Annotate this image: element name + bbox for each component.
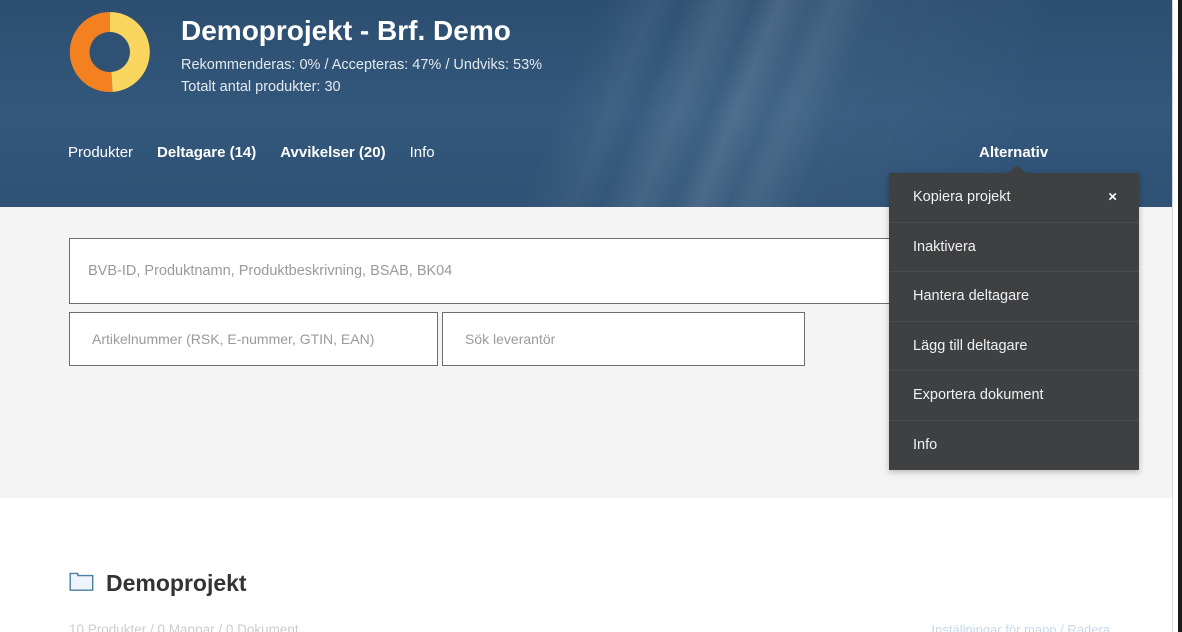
menu-item-lagg-till-deltagare[interactable]: Lägg till deltagare	[889, 322, 1139, 371]
menu-item-label: Info	[913, 437, 938, 454]
menu-item-label: Inaktivera	[913, 238, 976, 255]
supplier-search-field[interactable]	[442, 312, 805, 366]
tab-info[interactable]: Info	[410, 144, 435, 161]
menu-item-info[interactable]: Info	[889, 421, 1139, 471]
folder-actions-links[interactable]: Inställningar för mapp / Radera	[932, 622, 1110, 632]
project-title-block: Demoprojekt - Brf. Demo Rekommenderas: 0…	[181, 14, 542, 98]
project-nav: Produkter Deltagare (14) Avvikelser (20)…	[68, 144, 459, 161]
menu-item-label: Lägg till deltagare	[913, 337, 1028, 354]
menu-item-hantera-deltagare[interactable]: Hantera deltagare	[889, 272, 1139, 322]
menu-item-kopiera-projekt[interactable]: Kopiera projekt ×	[889, 173, 1139, 223]
close-icon[interactable]: ×	[1108, 190, 1117, 205]
article-number-field[interactable]	[69, 312, 438, 366]
product-distribution-donut-chart	[68, 10, 152, 94]
supplier-search-input[interactable]	[443, 313, 804, 365]
tab-produkter[interactable]: Produkter	[68, 144, 133, 161]
page-root: Demoprojekt - Brf. Demo Rekommenderas: 0…	[0, 0, 1182, 632]
tab-deltagare[interactable]: Deltagare (14)	[157, 144, 256, 161]
menu-item-exportera-dokument[interactable]: Exportera dokument	[889, 371, 1139, 421]
folder-icon	[69, 570, 94, 597]
folder-header[interactable]: Demoprojekt	[69, 570, 247, 597]
article-number-input[interactable]	[70, 313, 437, 365]
folder-title: Demoprojekt	[106, 570, 247, 596]
secondary-search-row	[69, 312, 805, 366]
window-right-border	[1178, 0, 1182, 632]
tab-avvikelser[interactable]: Avvikelser (20)	[280, 144, 385, 161]
folder-section: Demoprojekt 10 Produkter / 0 Mappar / 0 …	[0, 498, 1172, 632]
project-stats-line: Rekommenderas: 0% / Accepteras: 47% / Un…	[181, 57, 543, 73]
options-dropdown-menu: Kopiera projekt × Inaktivera Hantera del…	[889, 165, 1139, 471]
donut-hole	[90, 32, 130, 72]
menu-item-label: Hantera deltagare	[913, 288, 1030, 305]
menu-item-label: Kopiera projekt	[913, 189, 1011, 206]
menu-item-label: Exportera dokument	[913, 387, 1044, 404]
menu-item-inaktivera[interactable]: Inaktivera	[889, 223, 1139, 272]
options-menu-button[interactable]: Alternativ	[979, 144, 1048, 161]
folder-meta: 10 Produkter / 0 Mappar / 0 Dokument	[69, 622, 299, 632]
page-title: Demoprojekt - Brf. Demo	[181, 15, 511, 46]
project-total-products: Totalt antal produkter: 30	[181, 79, 341, 95]
